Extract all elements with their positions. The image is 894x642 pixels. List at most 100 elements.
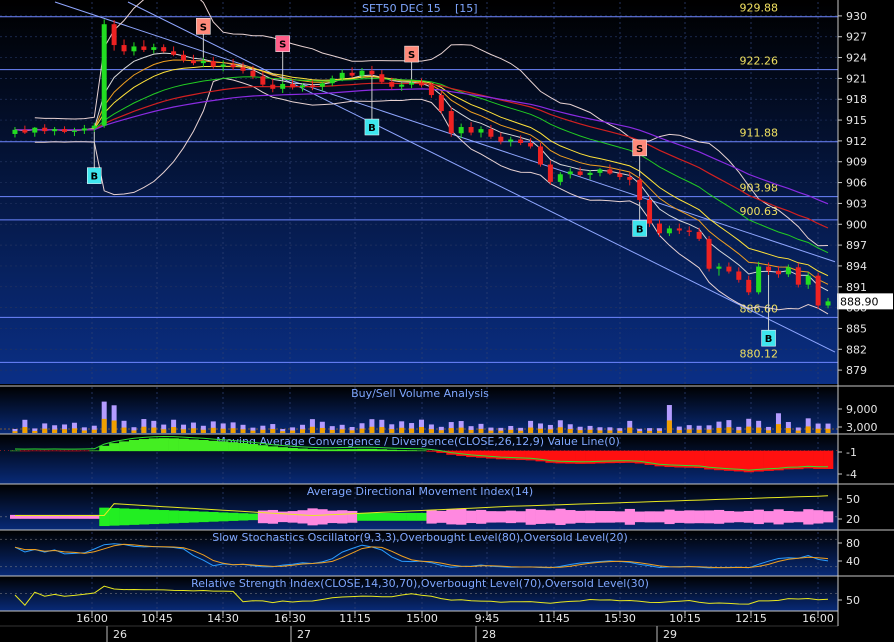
- adx-area-bar: [813, 510, 824, 524]
- adx-area-bar: [148, 509, 160, 525]
- panel-tick-label: 50: [846, 493, 860, 506]
- macd-histogram-bar: [783, 450, 794, 470]
- candle-body: [518, 139, 524, 143]
- volume-bar-buy: [111, 420, 117, 433]
- macd-histogram-bar: [247, 443, 259, 452]
- volume-bar-buy: [250, 430, 256, 433]
- time-tick-label: 9:45: [475, 612, 500, 625]
- adx-area-bar: [228, 512, 239, 521]
- price-tick-label: 903: [846, 197, 867, 210]
- price-tick-label: 918: [846, 93, 867, 106]
- macd-histogram-bar: [267, 446, 279, 452]
- candle-body: [250, 70, 256, 77]
- adx-area-bar: [535, 509, 546, 524]
- adx-area-bar: [575, 510, 586, 523]
- price-tick-label: 897: [846, 239, 867, 252]
- volume-bar-buy: [290, 430, 296, 433]
- candle-body: [121, 45, 127, 52]
- candle-body: [329, 78, 335, 84]
- volume-bar-buy: [329, 429, 335, 433]
- candle-body: [528, 142, 534, 147]
- sell-signal-label: S: [636, 144, 643, 155]
- candle-body: [567, 171, 573, 175]
- macd-histogram-bar: [426, 450, 437, 452]
- candle-body: [220, 64, 226, 67]
- candle-body: [607, 169, 613, 174]
- volume-bar-buy: [438, 430, 444, 433]
- volume-bar-buy: [587, 429, 593, 433]
- adx-area-bar: [614, 511, 626, 523]
- adx-area-bar: [406, 512, 417, 521]
- time-tick-label: 14:30: [207, 612, 239, 625]
- adx-area-bar: [674, 510, 685, 523]
- macd-histogram-bar: [109, 443, 120, 452]
- adx-area-bar: [773, 509, 784, 525]
- adx-area-bar: [793, 511, 804, 523]
- volume-bar-buy: [775, 424, 781, 433]
- volume-bar-buy: [121, 427, 127, 433]
- panel-tick-label: 50: [846, 594, 860, 607]
- macd-histogram-bar: [218, 441, 229, 452]
- macd-histogram-bar: [485, 450, 497, 459]
- volume-bar-buy: [736, 430, 742, 433]
- macd-histogram-bar: [376, 449, 388, 452]
- candle-body: [81, 128, 87, 131]
- adx-area-bar: [436, 510, 447, 523]
- candle-body: [369, 70, 375, 75]
- price-tick-label: 879: [846, 364, 867, 377]
- volume-bar-buy: [161, 429, 167, 433]
- macd-histogram-bar: [228, 442, 239, 452]
- candle-body: [805, 275, 811, 285]
- candle-body: [190, 60, 196, 64]
- volume-bar-buy: [409, 428, 415, 433]
- panel-tick-label: 3,000: [846, 421, 878, 434]
- time-tick-label: 16:00: [76, 612, 108, 625]
- candle-body: [91, 125, 97, 129]
- candle-body: [359, 70, 365, 76]
- adx-area-bar: [634, 511, 645, 523]
- adx-area-bar: [327, 510, 338, 524]
- macd-histogram-bar: [317, 449, 328, 452]
- candle-body: [448, 111, 454, 134]
- adx-area-bar: [357, 512, 368, 521]
- adx-area-bar: [466, 510, 477, 524]
- volume-bar-buy: [666, 420, 672, 433]
- volume-bar-buy: [696, 429, 702, 433]
- candle-body: [617, 173, 623, 178]
- candle-body: [478, 129, 484, 133]
- volume-bar-buy: [71, 428, 77, 433]
- candle-body: [766, 266, 772, 271]
- adx-area-bar: [555, 508, 566, 525]
- macd-histogram-bar: [198, 439, 209, 452]
- volume-bar-buy: [379, 427, 385, 433]
- chart-title: SET50 DEC 15: [362, 2, 441, 15]
- volume-bar-buy: [240, 429, 246, 433]
- adx-area-bar: [525, 508, 536, 525]
- candle-body: [22, 129, 28, 133]
- time-tick-label: 10:45: [141, 612, 173, 625]
- candle-body: [706, 238, 712, 269]
- panel-tick-label: 80: [846, 537, 860, 550]
- macd-histogram-bar: [466, 450, 477, 458]
- trading-chart[interactable]: 930 927 924 921 918 915 912 909 906 903 900 897 894 8…: [0, 0, 894, 642]
- candle-body: [587, 172, 593, 175]
- adx-area-bar: [664, 509, 675, 525]
- candle-body: [468, 127, 474, 133]
- candle-body: [795, 267, 801, 285]
- candle-body: [666, 228, 672, 234]
- candle-body: [181, 54, 187, 61]
- volume-bar-buy: [785, 428, 791, 433]
- volume-bar-buy: [637, 431, 643, 433]
- candle-body: [785, 267, 791, 275]
- macd-histogram-bar: [257, 445, 269, 452]
- candle-body: [726, 266, 732, 272]
- volume-bar-buy: [746, 426, 752, 433]
- volume-bar-buy: [62, 429, 68, 433]
- adx-area-bar: [267, 509, 279, 524]
- panel-tick-label: 40: [846, 555, 860, 568]
- candle-body: [131, 46, 137, 52]
- adx-area-bar: [604, 511, 616, 523]
- candle-body: [825, 301, 831, 306]
- adx-area-bar: [723, 511, 735, 523]
- volume-bar-buy: [825, 428, 831, 433]
